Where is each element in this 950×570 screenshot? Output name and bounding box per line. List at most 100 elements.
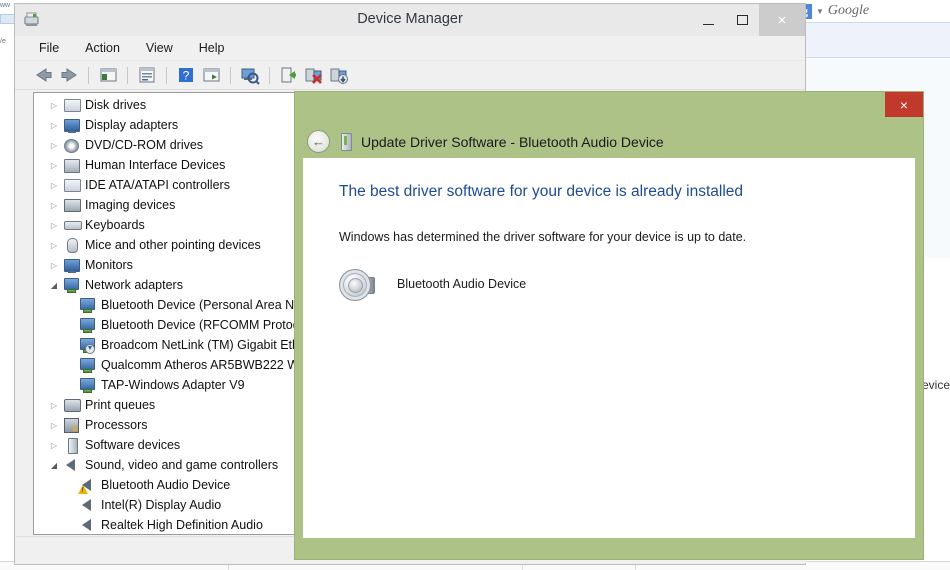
chevron-right-icon[interactable]: ▷ [46,161,62,170]
chevron-right-icon[interactable]: ▷ [46,181,62,190]
show-hide-console-tree-icon[interactable] [97,65,119,85]
network-adapter-icon [78,377,98,393]
tree-item-label: Bluetooth Device (Personal Area Net [101,298,305,312]
processor-icon [62,417,82,433]
tree-item-label: Network adapters [85,278,183,292]
tree-item-label: IDE ATA/ATAPI controllers [85,178,230,192]
background-text-fragment: ww [0,2,11,9]
dvd-drive-icon [62,137,82,153]
dialog-title: Update Driver Software - Bluetooth Audio… [361,133,664,150]
tree-item-label: TAP-Windows Adapter V9 [101,378,245,392]
chevron-right-icon[interactable]: ▷ [46,121,62,130]
tree-item-label: Disk drives [85,98,147,112]
chevron-down-icon[interactable]: ◢ [46,461,62,470]
speaker-icon [62,457,82,473]
dialog-device-row: Bluetooth Audio Device [339,266,526,302]
monitor-icon [62,257,82,273]
dialog-close-button[interactable]: × [885,92,923,117]
display-adapter-icon [62,117,82,133]
network-adapter-download-icon [78,337,98,354]
chevron-right-icon[interactable]: ▷ [46,401,62,410]
menu-bar: File Action View Help [15,36,805,61]
show-hidden-devices-icon[interactable] [200,65,222,85]
dialog-heading: The best driver software for your device… [339,183,744,200]
mouse-icon [62,237,82,253]
tree-item-label: Intel(R) Display Audio [101,498,222,512]
chevron-down-icon[interactable]: ◢ [46,281,62,290]
background-text-fragment: /e [0,38,6,45]
speaker-warning-icon [78,477,98,494]
page-title: Device Manager [357,11,463,27]
minimize-button[interactable] [691,4,725,36]
chevron-right-icon[interactable]: ▷ [46,201,62,210]
dialog-content-panel: The best driver software for your device… [303,158,915,538]
tree-item-label: Display adapters [85,118,179,132]
network-adapter-icon [62,277,82,293]
back-circle-icon[interactable]: ← [307,130,330,153]
chevron-right-icon[interactable]: ▷ [46,441,62,450]
tree-item-label: Sound, video and game controllers [85,458,279,472]
device-icon [341,132,352,151]
tree-item-label: Bluetooth Audio Device [101,478,231,492]
dialog-device-name: Bluetooth Audio Device [397,277,527,291]
scan-for-hardware-changes-icon[interactable] [239,65,261,85]
chevron-down-icon[interactable]: ▼ [816,7,824,16]
network-adapter-icon [78,317,98,333]
menu-item-help[interactable]: Help [197,40,227,56]
menu-item-file[interactable]: File [37,40,61,56]
back-icon[interactable] [33,65,55,85]
disable-device-icon[interactable] [328,65,350,85]
help-icon[interactable]: ? [175,65,197,85]
chevron-right-icon[interactable]: ▷ [46,421,62,430]
toolbar-separator [269,66,270,84]
toolbar: ? [15,61,805,90]
properties-icon[interactable] [136,65,158,85]
tree-item-label: Imaging devices [85,198,176,212]
speaker-icon [78,517,98,533]
device-manager-titlebar[interactable]: Device Manager × [15,4,805,36]
chevron-right-icon[interactable]: ▷ [46,221,62,230]
tree-item-label: Bluetooth Device (RFCOMM Protoco [101,318,306,332]
update-driver-dialog: × ← Update Driver Software - Bluetooth A… [295,92,923,559]
tree-item-label: Software devices [85,438,181,452]
maximize-button[interactable] [725,4,759,36]
screen: ww /e g ▼ Google evice Device Manager [0,0,950,570]
dialog-titlebar: × ← Update Driver Software - Bluetooth A… [295,92,923,158]
update-driver-software-icon[interactable] [278,65,300,85]
menu-item-action[interactable]: Action [83,40,122,56]
hid-icon [62,157,82,173]
tree-item-label: Processors [85,418,148,432]
background-page-band [800,22,950,58]
forward-icon[interactable] [58,65,80,85]
network-adapter-icon [78,357,98,373]
chevron-right-icon[interactable]: ▷ [46,141,62,150]
chevron-right-icon[interactable]: ▷ [46,261,62,270]
tree-item-label: Human Interface Devices [85,158,226,172]
uninstall-device-icon[interactable] [303,65,325,85]
minimize-icon [702,23,714,25]
menu-item-view[interactable]: View [144,40,175,56]
imaging-device-icon [62,197,82,213]
software-device-icon [62,437,82,454]
toolbar-separator [127,66,128,84]
dialog-nav: ← Update Driver Software - Bluetooth Aud… [307,130,664,153]
close-button[interactable]: × [759,4,805,36]
ide-controller-icon [62,177,82,193]
background-search-box[interactable]: g ▼ Google [792,0,950,22]
toolbar-separator [166,66,167,84]
printer-icon [62,397,82,413]
dialog-subtext: Windows has determined the driver softwa… [339,230,747,244]
tree-item-label: Qualcomm Atheros AR5BWB222 Wir [101,358,306,372]
window-controls: × [691,4,805,36]
tree-item-label: Realtek High Definition Audio [101,518,263,532]
tree-item-label: DVD/CD-ROM drives [85,138,204,152]
tree-item-label: Broadcom NetLink (TM) Gigabit Ethe [101,338,306,352]
tree-item-label: Mice and other pointing devices [85,238,261,252]
maximize-icon [736,15,748,25]
disk-drive-icon [62,97,82,113]
network-adapter-icon [78,297,98,313]
chevron-right-icon[interactable]: ▷ [46,241,62,250]
tree-item-label: Print queues [85,398,156,412]
keyboard-icon [62,217,82,233]
chevron-right-icon[interactable]: ▷ [46,101,62,110]
